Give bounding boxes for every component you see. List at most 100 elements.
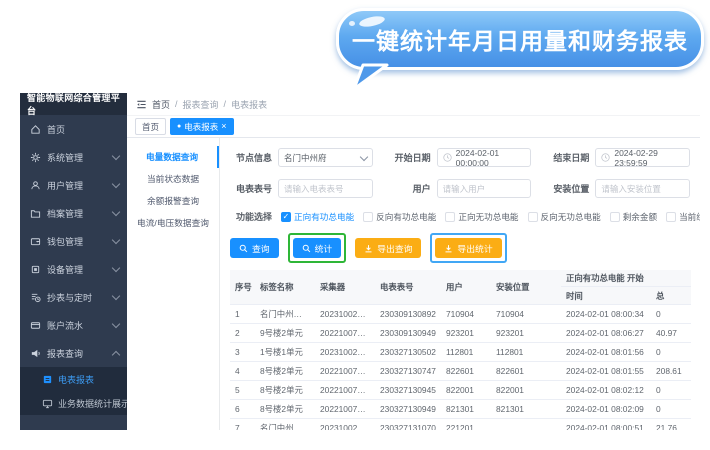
meter-data-table: 序号 标签名称 采集器 电表表号 用户 安装位置 正向有功总电能 开始 时间 总 (230, 270, 691, 430)
table-cell: 923201 (441, 324, 491, 343)
function-select-label: 功能选择 (230, 210, 272, 223)
meter-no-label: 电表表号 (230, 182, 272, 195)
form-row-1: 节点信息 名门中州府 开始日期 2024-02-01 00:00:00 结束日期… (230, 148, 690, 167)
col-header-meter-no: 电表表号 (375, 270, 441, 305)
table-row: 29号楼2单元202210072852303091309499232019232… (230, 324, 691, 343)
table-cell: 5 (230, 381, 255, 400)
close-icon[interactable]: × (221, 122, 226, 131)
query-button[interactable]: 查询 (230, 238, 279, 258)
search-icon (239, 244, 248, 253)
location-input[interactable]: 请输入安装位置 (595, 179, 690, 198)
table-cell: 710904 (441, 305, 491, 324)
checkbox-combined-active[interactable]: 当前组合有功总电能 (666, 211, 700, 223)
sidebar-item-users[interactable]: 用户管理 (20, 171, 127, 199)
end-date-input[interactable]: 2024-02-29 23:59:59 (595, 148, 690, 167)
sidebar-item-reports[interactable]: 报表查询 (20, 339, 127, 367)
sidebar: 智能物联网综合管理平台 首页 系统管理 用户管理 档案管理 钱包管理 设备管 (20, 93, 127, 430)
meter-no-input[interactable]: 请输入电表表号 (278, 179, 373, 198)
sidebar-item-account-flow[interactable]: 账户流水 (20, 311, 127, 339)
export-stats-button[interactable]: 导出统计 (435, 238, 501, 258)
breadcrumb-reports[interactable]: 报表查询 (183, 98, 219, 111)
chevron-down-icon (112, 264, 120, 272)
table-cell: 8号楼2单元 (255, 362, 315, 381)
table-cell: 0 (651, 381, 691, 400)
sidebar-item-devices[interactable]: 设备管理 (20, 255, 127, 283)
table-cell: 1 (230, 305, 255, 324)
col-header-tag-name: 标签名称 (255, 270, 315, 305)
table-row: 31号楼1单元202310025952303271305021128011128… (230, 343, 691, 362)
user-input[interactable]: 请输入用户 (437, 179, 532, 198)
breadcrumb-separator: / (175, 99, 178, 109)
table-cell: 20231002595 (315, 343, 375, 362)
sidebar-item-archives[interactable]: 档案管理 (20, 199, 127, 227)
chevron-up-icon (112, 350, 120, 358)
col-header-collector: 采集器 (315, 270, 375, 305)
annotation-box-green: 统计 (288, 233, 347, 263)
table-row: 7名门中州府/2号...2023100262623032713107022120… (230, 419, 691, 431)
checkbox-reverse-reactive[interactable]: 反向无功总电能 (528, 211, 601, 223)
chevron-down-icon (112, 180, 120, 188)
start-date-label: 开始日期 (373, 151, 431, 164)
sidebar-subitem-business-stats[interactable]: 业务数据统计展示 (20, 391, 127, 415)
callout-text: 一键统计年月日用量和财务报表 (352, 22, 688, 56)
col-header-total: 总 (651, 287, 691, 305)
qmenu-item-current-status[interactable]: 当前状态数据 (127, 168, 219, 190)
transactions-icon (30, 320, 41, 331)
sidebar-item-home[interactable]: 首页 (20, 115, 127, 143)
wallet-icon (30, 236, 41, 247)
tab-home[interactable]: 首页 (135, 118, 166, 135)
table-cell: 2024-02-01 08:00:34 (561, 305, 651, 324)
col-group-forward-active-start: 正向有功总电能 开始 (561, 270, 691, 287)
sidebar-subitem-meter-report[interactable]: 电表报表 (20, 367, 127, 391)
checkbox-remaining-balance[interactable]: 剩余金额 (610, 211, 657, 223)
table-cell: 40.97 (651, 324, 691, 343)
table-cell: 710904 (491, 305, 561, 324)
col-header-location: 安装位置 (491, 270, 561, 305)
device-icon (30, 264, 41, 275)
collapse-menu-icon[interactable] (136, 99, 147, 110)
table-cell: 20221007321 (315, 381, 375, 400)
breadcrumb-home[interactable]: 首页 (152, 98, 170, 111)
table-cell: 230309130949 (375, 324, 441, 343)
qmenu-item-balance-alarm[interactable]: 余额报警查询 (127, 190, 219, 212)
table-row: 48号楼2单元202210072162303271307478226018226… (230, 362, 691, 381)
checkbox-icon (610, 212, 620, 222)
node-info-label: 节点信息 (230, 151, 272, 164)
app-window: 智能物联网综合管理平台 首页 系统管理 用户管理 档案管理 钱包管理 设备管 (20, 93, 700, 430)
table-cell: 230327130747 (375, 362, 441, 381)
sidebar-item-system[interactable]: 系统管理 (20, 143, 127, 171)
clock-icon (601, 153, 610, 162)
node-info-select[interactable]: 名门中州府 (278, 148, 373, 167)
content-area: 电量数据查询 当前状态数据 余额报警查询 电流/电压数据查询 节点信息 名门中州… (127, 138, 700, 430)
col-header-time: 时间 (561, 287, 651, 305)
table-cell: 923201 (491, 324, 561, 343)
col-header-index: 序号 (230, 270, 255, 305)
table-cell: 221201 (441, 419, 491, 431)
meter-clock-icon (30, 292, 41, 303)
work-area: 节点信息 名门中州府 开始日期 2024-02-01 00:00:00 结束日期… (220, 138, 700, 430)
table-cell: 20231002626 (315, 419, 375, 431)
tab-bar: 首页 ● 电表报表 × (127, 116, 700, 138)
table-cell: 1号楼1单元 (255, 343, 315, 362)
report-icon (30, 348, 41, 359)
meter-report-icon (42, 374, 53, 385)
table-cell: 0 (651, 400, 691, 419)
qmenu-item-current-voltage[interactable]: 电流/电压数据查询 (127, 212, 219, 234)
chevron-down-icon (112, 208, 120, 216)
table-cell: 7 (230, 419, 255, 431)
sidebar-item-meter-reading[interactable]: 抄表与定时 (20, 283, 127, 311)
qmenu-item-energy-data[interactable]: 电量数据查询 (127, 146, 219, 168)
sidebar-item-wallet[interactable]: 钱包管理 (20, 227, 127, 255)
checkbox-forward-active[interactable]: ✓ 正向有功总电能 (281, 211, 354, 223)
tab-meter-report[interactable]: ● 电表报表 × (170, 118, 234, 135)
table-cell: 821301 (441, 400, 491, 419)
table-cell: 名门中州府/2号... (255, 419, 315, 431)
checkbox-forward-reactive[interactable]: 正向无功总电能 (445, 211, 518, 223)
table-cell: 20231002635 (315, 305, 375, 324)
table-cell: 20221007216 (315, 362, 375, 381)
start-date-input[interactable]: 2024-02-01 00:00:00 (437, 148, 532, 167)
export-query-button[interactable]: 导出查询 (355, 238, 421, 258)
stats-button[interactable]: 统计 (293, 238, 342, 258)
checkbox-reverse-active[interactable]: 反向有功总电能 (363, 211, 436, 223)
function-select-row: 功能选择 ✓ 正向有功总电能 反向有功总电能 正向无功总电能 (230, 210, 690, 223)
